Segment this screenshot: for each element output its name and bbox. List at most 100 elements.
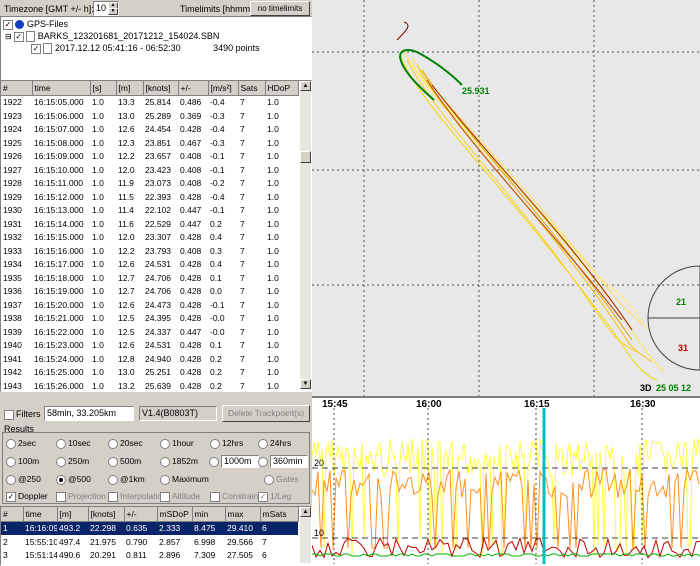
result-option[interactable]: @500 bbox=[56, 474, 91, 485]
result-option[interactable]: @1km bbox=[108, 474, 145, 485]
results-scrollbar[interactable]: ▲ bbox=[300, 507, 311, 563]
trackpoint-row[interactable]: 1931 16:15:14.000 1.0 11.6 22.529 0.447 0.2 7 1.… bbox=[1, 217, 298, 231]
radio-icon[interactable] bbox=[6, 456, 16, 467]
trackpoint-col-header[interactable]: HDoP bbox=[265, 81, 299, 96]
check-icon[interactable] bbox=[108, 491, 118, 502]
result-option[interactable]: 2sec bbox=[6, 438, 36, 449]
radio-icon[interactable] bbox=[6, 474, 16, 485]
trackpoint-row[interactable]: 1941 16:15:24.000 1.0 12.8 24.940 0.428 0.2 7 1.… bbox=[1, 352, 298, 366]
result-check[interactable]: Projection bbox=[56, 491, 106, 502]
radio-icon[interactable] bbox=[258, 438, 268, 449]
result-check[interactable]: Interpolation bbox=[108, 491, 167, 502]
radio-icon[interactable] bbox=[56, 474, 66, 485]
result-check[interactable]: Altitude bbox=[160, 491, 200, 502]
trackpoint-row[interactable]: 1927 16:15:10.000 1.0 12.0 23.423 0.408 -0.1 7 1… bbox=[1, 163, 298, 177]
result-option[interactable]: 24hrs bbox=[258, 438, 291, 449]
results-row[interactable]: 3 15:51:14 490.6 20.291 0.811 2.896 7.309 27.50… bbox=[1, 549, 298, 563]
trackpoint-row[interactable]: 1930 16:15:13.000 1.0 11.4 22.102 0.447 -0.1 7 1… bbox=[1, 204, 298, 218]
trackpoint-col-header[interactable]: [m] bbox=[116, 81, 144, 96]
radio-icon[interactable] bbox=[6, 438, 16, 449]
radio-icon[interactable] bbox=[258, 457, 268, 467]
result-distance-input[interactable]: 1000m bbox=[209, 455, 259, 468]
trackpoint-col-header[interactable]: [knots] bbox=[143, 81, 179, 96]
radio-icon[interactable] bbox=[160, 456, 170, 467]
trackpoint-row[interactable]: 1935 16:15:18.000 1.0 12.7 24.706 0.428 0.1 7 1.… bbox=[1, 271, 298, 285]
filters-toggle[interactable]: Filters bbox=[4, 409, 41, 420]
trackpoint-col-header[interactable]: [s] bbox=[90, 81, 117, 96]
tree-root[interactable]: ✓ GPS-Files bbox=[3, 19, 68, 30]
results-col-header[interactable]: # bbox=[1, 507, 24, 522]
results-col-header[interactable]: min bbox=[192, 507, 226, 522]
spin-down-icon[interactable]: ▼ bbox=[108, 8, 118, 15]
radio-icon[interactable] bbox=[264, 474, 274, 485]
segment-check-icon[interactable]: ✓ bbox=[31, 43, 41, 54]
radio-icon[interactable] bbox=[108, 474, 118, 485]
radio-icon[interactable] bbox=[108, 456, 118, 467]
check-icon[interactable] bbox=[56, 491, 66, 502]
speed-chart[interactable]: 15:45 16:00 16:15 16:30 20 10 bbox=[312, 396, 700, 566]
trackpoint-row[interactable]: 1942 16:15:25.000 1.0 13.0 25.251 0.428 0.2 7 1.… bbox=[1, 366, 298, 380]
results-col-header[interactable]: +/- bbox=[124, 507, 158, 522]
results-col-header[interactable]: [knots] bbox=[88, 507, 125, 522]
radio-icon[interactable] bbox=[56, 438, 66, 449]
file-check-icon[interactable]: ✓ bbox=[13, 31, 24, 42]
results-col-header[interactable]: time bbox=[23, 507, 58, 522]
trackpoint-row[interactable]: 1939 16:15:22.000 1.0 12.5 24.337 0.447 -0.0 7 1… bbox=[1, 325, 298, 339]
result-check[interactable]: ✓ 1/Leg bbox=[258, 491, 291, 502]
timelimits-button[interactable]: no timelimits bbox=[250, 1, 310, 16]
trackpoint-row[interactable]: 1943 16:15:26.000 1.0 13.2 25.639 0.428 0.2 7 1.… bbox=[1, 379, 298, 391]
results-scroll-up-icon[interactable]: ▲ bbox=[300, 507, 311, 517]
trackpoint-row[interactable]: 1929 16:15:12.000 1.0 11.5 22.393 0.428 -0.4 7 1… bbox=[1, 190, 298, 204]
radio-icon[interactable] bbox=[108, 438, 118, 449]
check-icon[interactable]: ✓ bbox=[258, 491, 268, 502]
result-distance-input[interactable]: 360min bbox=[258, 455, 308, 468]
timezone-spinner[interactable]: 10 ▲ ▼ bbox=[93, 1, 119, 16]
result-option[interactable]: 1hour bbox=[160, 438, 194, 449]
trackpoint-row[interactable]: 1936 16:15:19.000 1.0 12.7 24.706 0.428 0.0 7 1.… bbox=[1, 285, 298, 299]
results-col-header[interactable]: mSats bbox=[260, 507, 299, 522]
root-check-icon[interactable]: ✓ bbox=[3, 19, 13, 30]
trackpoint-row[interactable]: 1940 16:15:23.000 1.0 12.6 24.531 0.428 0.1 7 1.… bbox=[1, 339, 298, 353]
trackpoint-row[interactable]: 1923 16:15:06.000 1.0 13.0 25.289 0.369 -0.3 7 1… bbox=[1, 109, 298, 123]
radio-icon[interactable] bbox=[160, 474, 170, 485]
check-icon[interactable]: ✓ bbox=[6, 491, 16, 502]
trackpoint-col-header[interactable]: [m/s²] bbox=[208, 81, 239, 96]
trackpoint-col-header[interactable]: # bbox=[1, 81, 33, 96]
trackpoint-col-header[interactable]: Sats bbox=[238, 81, 266, 96]
trackpoint-row[interactable]: 1925 16:15:08.000 1.0 12.3 23.851 0.467 -0.3 7 1… bbox=[1, 136, 298, 150]
tree-file[interactable]: ⊟ ✓ BARKS_123201681_20171212_154024.SBN bbox=[5, 31, 219, 43]
results-row[interactable]: 2 15:55:10 497.4 21.975 0.790 2.857 6.998 29.56… bbox=[1, 535, 298, 549]
result-option[interactable]: 20sec bbox=[108, 438, 143, 449]
radio-icon[interactable] bbox=[210, 438, 220, 449]
trackpoint-row[interactable]: 1934 16:15:17.000 1.0 12.6 24.531 0.428 0.4 7 1.… bbox=[1, 258, 298, 272]
check-icon[interactable] bbox=[210, 491, 220, 502]
result-check[interactable]: ✓ Doppler bbox=[6, 491, 48, 502]
radio-icon[interactable] bbox=[160, 438, 170, 449]
radio-icon[interactable] bbox=[56, 456, 66, 467]
trackpoint-scrollbar[interactable]: ▲ ▼ bbox=[300, 81, 311, 389]
collapse-icon[interactable]: ⊟ bbox=[5, 32, 12, 41]
trackpoint-row[interactable]: 1924 16:15:07.000 1.0 12.6 24.454 0.428 -0.4 7 1… bbox=[1, 123, 298, 137]
results-row[interactable]: 1 16:16:09 493.2 22.298 0.635 2.333 8.475 29.41… bbox=[1, 521, 298, 535]
check-icon[interactable] bbox=[160, 491, 170, 502]
result-option[interactable]: 12hrs bbox=[210, 438, 243, 449]
trackpoint-row[interactable]: 1933 16:15:16.000 1.0 12.2 23.793 0.408 0.3 7 1.… bbox=[1, 244, 298, 258]
trackpoint-col-header[interactable]: +/- bbox=[178, 81, 209, 96]
trackpoint-col-header[interactable]: time bbox=[32, 81, 91, 96]
trackpoint-row[interactable]: 1922 16:15:05.000 1.0 13.3 25.814 0.486 -0.4 7 1… bbox=[1, 95, 298, 109]
result-option[interactable]: 250m bbox=[56, 456, 89, 467]
trackpoint-row[interactable]: 1937 16:15:20.000 1.0 12.6 24.473 0.428 -0.1 7 1… bbox=[1, 298, 298, 312]
result-option[interactable]: Maximum bbox=[160, 474, 209, 485]
result-option[interactable]: 500m bbox=[108, 456, 141, 467]
scroll-up-icon[interactable]: ▲ bbox=[300, 81, 311, 91]
trackpoint-row[interactable]: 1926 16:15:09.000 1.0 12.2 23.657 0.408 -0.1 7 1… bbox=[1, 150, 298, 164]
tree-segment[interactable]: ✓ 2017.12.12 05:41:16 - 06:52:30 3490 poi… bbox=[31, 43, 260, 55]
trackpoint-row[interactable]: 1938 16:15:21.000 1.0 12.5 24.395 0.428 -0.0 7 1… bbox=[1, 312, 298, 326]
result-option[interactable]: @250 bbox=[6, 474, 41, 485]
results-col-header[interactable]: [m] bbox=[57, 507, 89, 522]
result-check[interactable]: Constrain bbox=[210, 491, 258, 502]
filters-check-icon[interactable] bbox=[4, 409, 14, 420]
results-col-header[interactable]: max bbox=[225, 507, 261, 522]
track-map[interactable]: 25.931 21 31 3D 25 05 12 bbox=[312, 0, 700, 396]
trackpoint-row[interactable]: 1928 16:15:11.000 1.0 11.9 23.073 0.408 -0.2 7 1… bbox=[1, 177, 298, 191]
